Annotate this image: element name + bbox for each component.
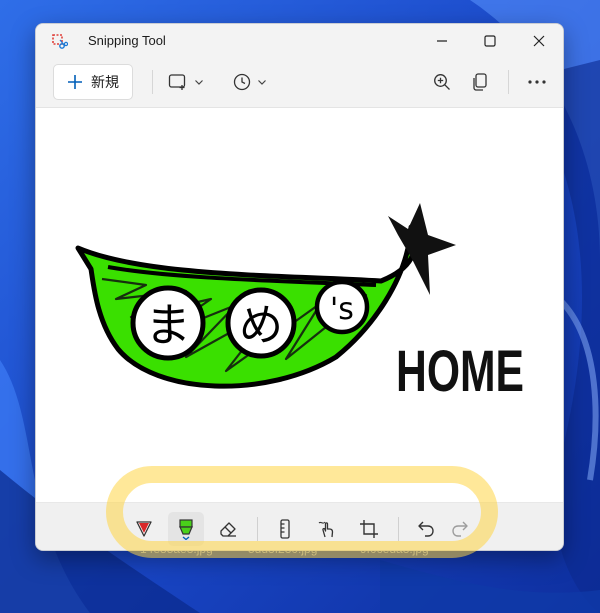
markup-toolbar bbox=[36, 502, 563, 550]
logo-home-text: HOME bbox=[396, 339, 524, 404]
highlighter-icon bbox=[179, 519, 193, 540]
undo-icon bbox=[418, 521, 434, 537]
toolbar-divider bbox=[257, 517, 258, 541]
eraser-icon bbox=[220, 522, 236, 537]
copy-button[interactable] bbox=[464, 66, 496, 98]
new-snip-button[interactable]: 新規 bbox=[53, 64, 133, 100]
minimize-icon bbox=[437, 40, 447, 42]
toolbar-divider bbox=[398, 517, 399, 541]
toolbar-divider bbox=[152, 70, 153, 94]
eraser-button[interactable] bbox=[210, 512, 246, 546]
window-title: Snipping Tool bbox=[88, 33, 166, 48]
ruler-button[interactable] bbox=[267, 512, 303, 546]
logo-char-me: め bbox=[239, 300, 283, 351]
plus-icon bbox=[68, 75, 82, 89]
clock-icon bbox=[233, 73, 251, 91]
snip-mode-dropdown[interactable] bbox=[164, 66, 208, 98]
maximize-icon bbox=[484, 35, 496, 47]
touch-writing-icon bbox=[318, 521, 334, 538]
copy-icon bbox=[473, 73, 487, 91]
maximize-button[interactable] bbox=[467, 24, 513, 58]
pen-icon bbox=[136, 521, 152, 537]
snipping-tool-app-icon bbox=[52, 34, 68, 49]
crop-icon bbox=[360, 520, 378, 538]
delay-dropdown[interactable] bbox=[228, 66, 272, 98]
snip-canvas[interactable]: ま め 's HOME bbox=[36, 109, 563, 502]
rectangle-snip-icon bbox=[168, 74, 186, 90]
toolbar-divider bbox=[508, 70, 509, 94]
snip-image: ま め 's HOME bbox=[75, 203, 524, 404]
close-icon bbox=[533, 35, 545, 47]
more-icon bbox=[528, 80, 546, 84]
redo-button[interactable] bbox=[442, 512, 478, 546]
new-snip-label: 新規 bbox=[91, 75, 119, 91]
crop-button[interactable] bbox=[351, 512, 387, 546]
zoom-in-icon bbox=[434, 74, 450, 90]
ballpoint-pen-button[interactable] bbox=[126, 512, 162, 546]
minimize-button[interactable] bbox=[419, 24, 465, 58]
snipping-tool-window: Snipping Tool 新規 ま め 's HOME bbox=[35, 23, 564, 551]
touch-writing-button[interactable] bbox=[309, 512, 345, 546]
toolbar: 新規 bbox=[36, 58, 563, 108]
more-options-button[interactable] bbox=[522, 66, 552, 98]
highlighter-button[interactable] bbox=[168, 512, 204, 546]
logo-char-ma: ま bbox=[145, 298, 191, 352]
redo-icon bbox=[452, 521, 468, 537]
undo-button[interactable] bbox=[408, 512, 444, 546]
zoom-button[interactable] bbox=[426, 66, 458, 98]
chevron-down-icon bbox=[195, 80, 203, 85]
close-button[interactable] bbox=[516, 24, 562, 58]
logo-apostrophe-s: 's bbox=[330, 292, 354, 327]
chevron-down-icon bbox=[258, 80, 266, 85]
title-bar[interactable]: Snipping Tool bbox=[36, 24, 563, 58]
ruler-icon bbox=[280, 519, 290, 539]
